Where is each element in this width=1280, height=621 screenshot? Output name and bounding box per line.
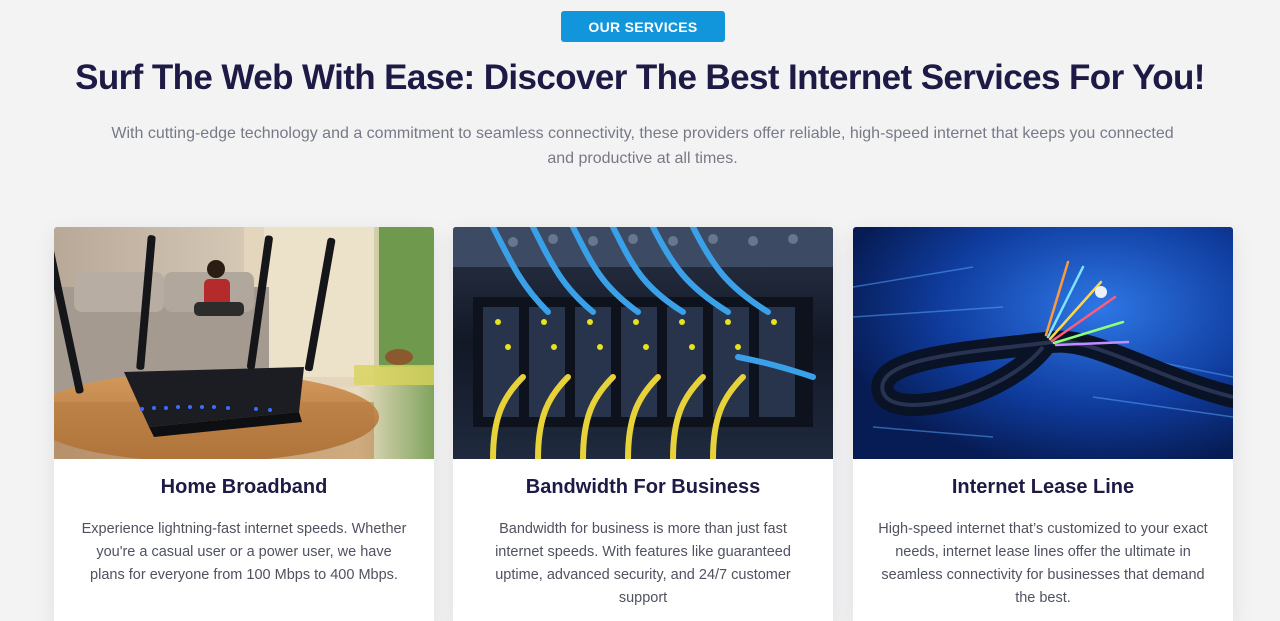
section-subtext: With cutting-edge technology and a commi… <box>111 125 1174 167</box>
card-description: High-speed internet that’s customized to… <box>878 521 1208 606</box>
service-card-home-broadband[interactable]: Home Broadband Experience lightning-fast… <box>54 227 434 621</box>
service-card-bandwidth-business[interactable]: Bandwidth For Business Bandwidth for bus… <box>453 227 833 621</box>
card-description: Bandwidth for business is more than just… <box>495 521 791 606</box>
card-title: Home Broadband <box>160 476 328 498</box>
service-card-internet-lease-line[interactable]: Internet Lease Line High-speed internet … <box>853 227 1233 621</box>
server-rack-photo <box>453 227 833 459</box>
card-description: Experience lightning-fast internet speed… <box>81 521 407 583</box>
fiber-optic-cable-photo <box>853 227 1233 459</box>
card-title: Bandwidth For Business <box>525 476 761 498</box>
our-services-badge: OUR SERVICES <box>561 11 725 42</box>
router-photo <box>54 227 434 459</box>
card-title: Internet Lease Line <box>951 476 1135 498</box>
section-headline: Surf The Web With Ease: Discover The Bes… <box>75 58 1205 97</box>
